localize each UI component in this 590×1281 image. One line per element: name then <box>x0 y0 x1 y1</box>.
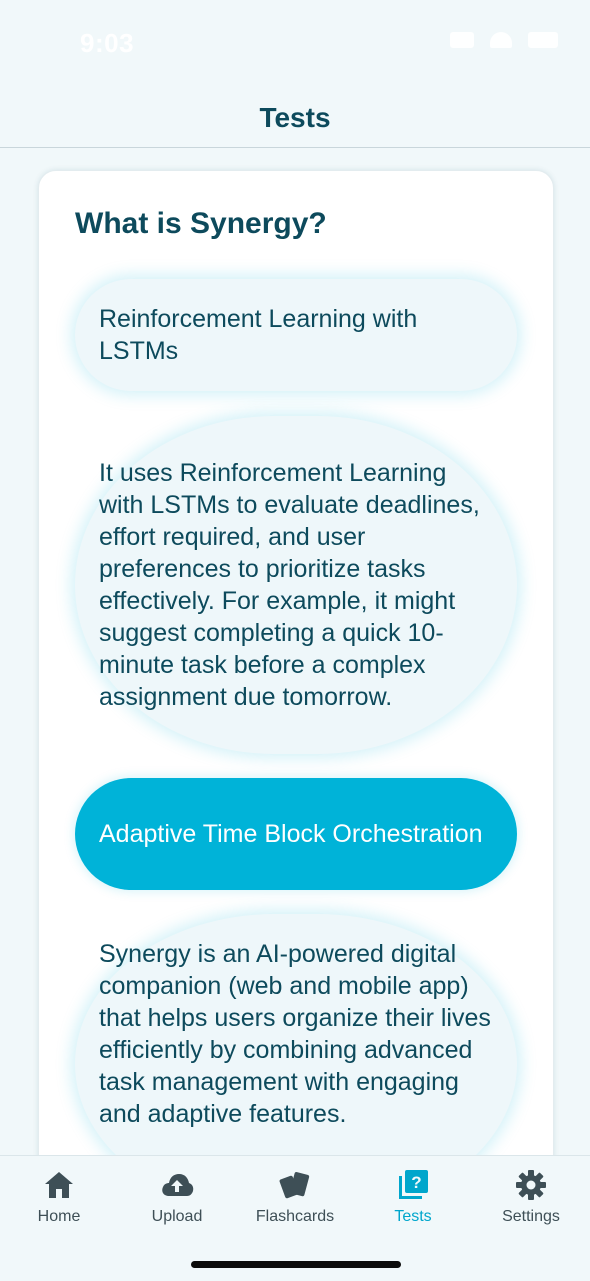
tab-label: Flashcards <box>255 1208 335 1225</box>
tab-upload[interactable]: Upload <box>118 1168 236 1226</box>
answer-option-label: Adaptive Time Block Orchestration <box>99 820 483 848</box>
answer-option-label: It uses Reinforcement Learning with LSTM… <box>99 459 480 711</box>
status-time: 9:03 <box>80 28 135 58</box>
answer-option-label: Synergy is an AI-powered digital compani… <box>99 940 491 1128</box>
wifi-icon <box>490 32 512 48</box>
header: Tests <box>0 90 590 148</box>
home-icon <box>45 1172 73 1198</box>
page-title: Tests <box>259 102 331 133</box>
battery-icon <box>528 32 558 48</box>
answer-option-1[interactable]: Reinforcement Learning with LSTMs <box>75 279 517 391</box>
tab-flashcards[interactable]: Flashcards <box>236 1168 354 1226</box>
tab-label: Home <box>37 1208 81 1225</box>
answer-option-label: Reinforcement Learning with LSTMs <box>99 305 418 365</box>
tab-label: Upload <box>151 1208 203 1225</box>
question-card: What is Synergy? Reinforcement Learning … <box>38 170 554 1155</box>
cards-icon <box>279 1172 310 1199</box>
question-text: What is Synergy? <box>75 207 327 240</box>
quiz-icon: ? <box>399 1170 428 1199</box>
status-bar: 9:03 <box>0 0 590 90</box>
answer-option-2[interactable]: It uses Reinforcement Learning with LSTM… <box>75 416 517 754</box>
home-indicator[interactable] <box>191 1261 401 1268</box>
tab-home[interactable]: Home <box>0 1168 118 1226</box>
cloud-upload-icon <box>162 1174 194 1196</box>
tab-settings[interactable]: Settings <box>472 1168 590 1226</box>
answer-option-4[interactable]: Synergy is an AI-powered digital compani… <box>75 914 517 1155</box>
svg-text:?: ? <box>411 1173 421 1192</box>
signal-icon <box>450 32 474 48</box>
gear-icon <box>516 1170 546 1200</box>
tab-label: Settings <box>502 1208 560 1225</box>
tab-label: Tests <box>394 1208 432 1225</box>
tab-tests[interactable]: ? Tests <box>354 1168 472 1226</box>
test-content[interactable]: What is Synergy? Reinforcement Learning … <box>0 149 590 1155</box>
answer-option-3-selected[interactable]: Adaptive Time Block Orchestration <box>75 778 517 890</box>
status-icons <box>450 32 558 48</box>
